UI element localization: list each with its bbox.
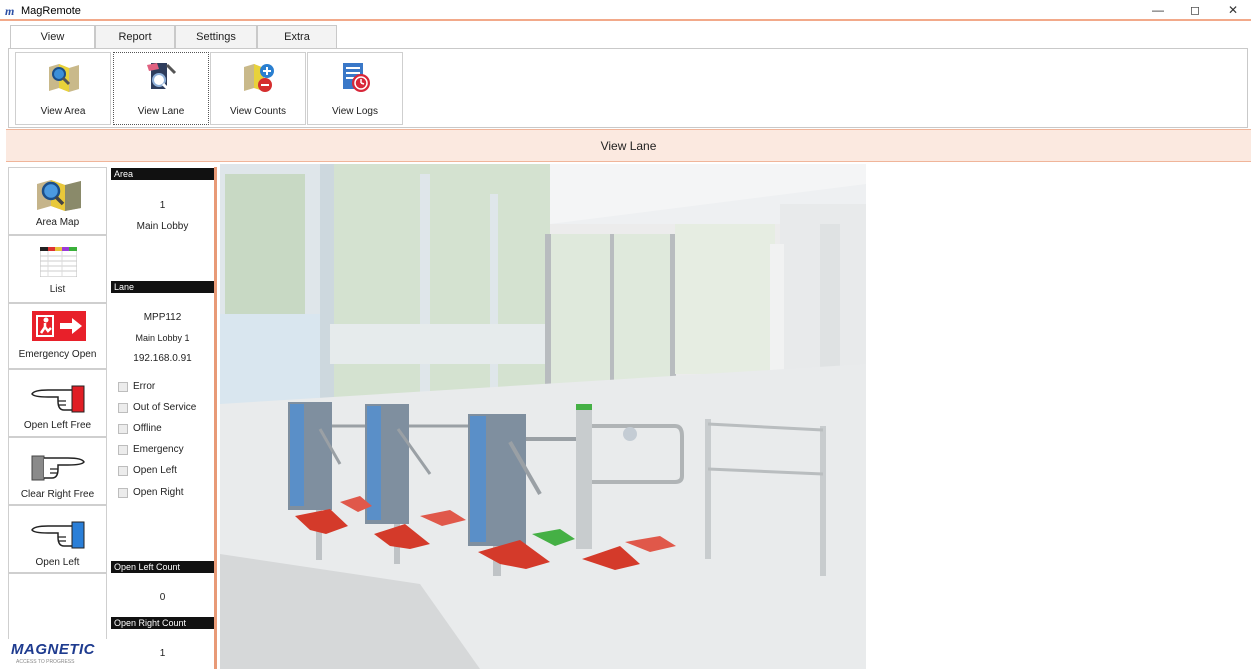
tab-report[interactable]: Report (95, 25, 175, 49)
status-offline-checkbox (118, 424, 128, 434)
list-label: List (49, 284, 66, 295)
lane-info-panel: Area 1 Main Lobby Lane MPP112 Main Lobby… (111, 167, 217, 669)
open-left-label: Open Left (35, 557, 80, 568)
empty-nav-slot (8, 573, 107, 639)
status-emergency-checkbox (118, 445, 128, 455)
view-counts-label: View Counts (230, 106, 286, 117)
area-name: Main Lobby (136, 221, 189, 232)
status-out-of-service-checkbox (118, 403, 128, 413)
tab-view[interactable]: View (10, 25, 95, 50)
area-header: Area (111, 168, 214, 180)
hand-point-right-gray-icon (31, 455, 85, 481)
view-area-label: View Area (40, 106, 86, 117)
status-open-right-checkbox (118, 488, 128, 498)
lane-header: Lane (111, 281, 214, 293)
minimize-button[interactable]: — (1143, 2, 1173, 19)
status-error: Error (118, 381, 198, 394)
status-out-of-service: Out of Service (118, 402, 198, 415)
area-map-button[interactable]: Area Map (8, 167, 107, 235)
section-title: View Lane (6, 129, 1251, 162)
open-left-count: 0 (159, 592, 166, 603)
area-map-icon (49, 64, 79, 92)
hand-point-left-red-icon (31, 385, 85, 413)
view-area-button[interactable]: View Area (15, 52, 111, 125)
list-table-icon (40, 247, 77, 277)
status-error-label: Error (133, 381, 156, 392)
status-out-of-service-label: Out of Service (133, 402, 197, 413)
status-offline: Offline (118, 423, 198, 436)
list-button[interactable]: List (8, 235, 107, 303)
clear-right-free-label: Clear Right Free (20, 489, 95, 500)
status-offline-label: Offline (133, 423, 162, 434)
brand-logo: MAGNETIC (11, 641, 95, 658)
hand-point-left-blue-icon (31, 521, 85, 549)
status-open-right-label: Open Right (133, 487, 184, 498)
area-map-icon (37, 180, 81, 211)
emergency-exit-icon (32, 311, 86, 341)
open-left-count-header: Open Left Count (111, 561, 214, 573)
status-emergency: Emergency (118, 444, 198, 457)
lane-id: MPP112 (143, 312, 182, 323)
open-right-count-header: Open Right Count (111, 617, 214, 629)
view-counts-button[interactable]: View Counts (210, 52, 306, 125)
app-logo-icon: m (5, 4, 15, 18)
lane-name: Main Lobby 1 (135, 333, 190, 343)
status-open-left: Open Left (118, 465, 198, 478)
area-number: 1 (159, 200, 166, 211)
ribbon-toolbar: View Area View Lane View Counts View Log… (8, 48, 1248, 128)
open-left-button[interactable]: Open Left (8, 505, 107, 573)
tab-settings[interactable]: Settings (175, 25, 257, 49)
open-left-free-label: Open Left Free (23, 420, 92, 431)
restore-button[interactable]: ◻ (1180, 2, 1210, 19)
status-emergency-label: Emergency (133, 444, 184, 455)
title-bar: m MagRemote — ◻ ✕ (0, 0, 1251, 21)
brand-tagline: ACCESS TO PROGRESS (16, 659, 75, 665)
lane-view-image (220, 164, 866, 669)
open-right-count: 1 (159, 648, 166, 659)
turnstile-scene-illustration (220, 164, 866, 669)
left-nav: Area Map List Emergency Open Open Left F… (8, 167, 107, 669)
emergency-open-label: Emergency Open (18, 349, 97, 360)
area-map-label: Area Map (35, 217, 80, 228)
view-lane-label: View Lane (137, 106, 185, 117)
open-left-free-button[interactable]: Open Left Free (8, 369, 107, 437)
tab-extra[interactable]: Extra (257, 25, 337, 49)
lane-search-icon (147, 63, 177, 92)
view-logs-label: View Logs (332, 106, 378, 117)
window-title: MagRemote (21, 5, 81, 17)
lane-ip: 192.168.0.91 (133, 353, 192, 364)
status-open-left-checkbox (118, 466, 128, 476)
view-logs-button[interactable]: View Logs (307, 52, 403, 125)
status-error-checkbox (118, 382, 128, 392)
emergency-open-button[interactable]: Emergency Open (8, 303, 107, 369)
status-open-left-label: Open Left (133, 465, 177, 476)
view-lane-button[interactable]: View Lane (113, 52, 209, 125)
clear-right-free-button[interactable]: Clear Right Free (8, 437, 107, 505)
close-button[interactable]: ✕ (1218, 2, 1248, 19)
logs-icon (343, 63, 370, 92)
counts-icon (244, 64, 274, 92)
status-open-right: Open Right (118, 487, 198, 500)
